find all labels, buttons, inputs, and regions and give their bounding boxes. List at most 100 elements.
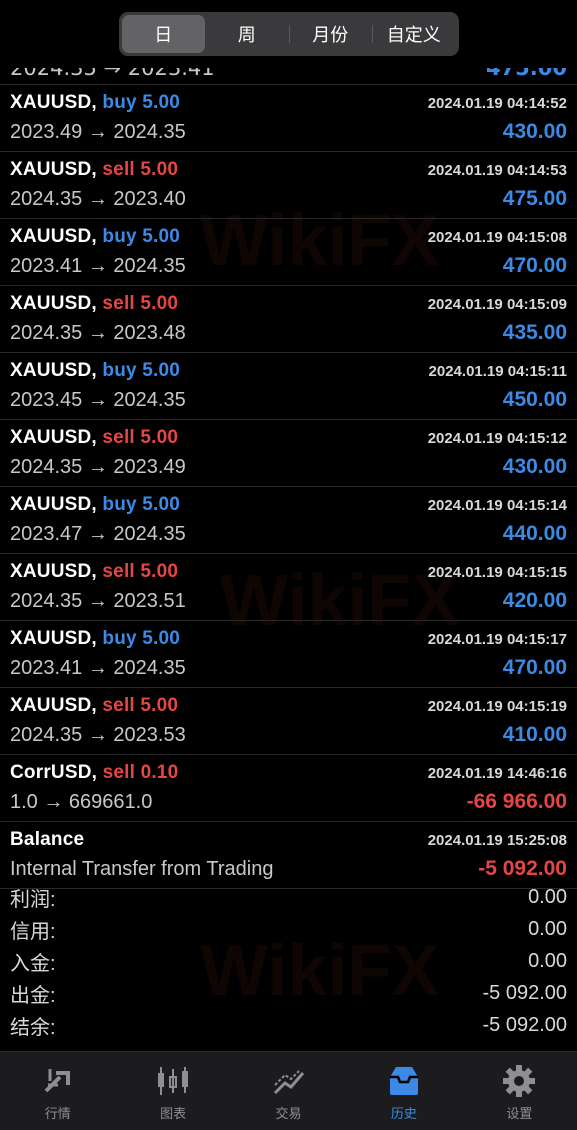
symbol-name: XAUUSD, [10, 226, 97, 247]
history-list[interactable]: 2024.35 → 2023.41 475.00 XAUUSD, buy 5.0… [0, 68, 577, 889]
summary-label: 入金: [10, 952, 56, 975]
summary-credit: 信用: 0.00 [0, 913, 577, 945]
balance-title: Balance [10, 829, 85, 850]
trade-row[interactable]: CorrUSD, sell 0.10 2024.01.19 14:46:16 1.0… [0, 755, 577, 822]
tab-chart[interactable]: 图表 [115, 1052, 230, 1130]
summary-balance: 结余: -5 092.00 [0, 1009, 577, 1041]
bottom-tab-bar: 行情 图表 交易 历史 设置 [0, 1051, 577, 1130]
deal-time: 2024.01.19 04:15:17 [427, 631, 567, 648]
balance-amount: -5 092.00 [478, 857, 567, 880]
deal-time: 2024.01.19 04:15:15 [427, 564, 567, 581]
price-range: 1.0 → 669661.0 [10, 791, 153, 813]
trade-symbol: XAUUSD, sell 5.00 [10, 427, 178, 449]
trade-symbol: XAUUSD, sell 5.00 [10, 293, 178, 315]
trade-side: sell 5.00 [102, 293, 179, 314]
deal-time: 2024.01.19 04:15:19 [427, 698, 567, 715]
tab-custom[interactable]: 自定义 [372, 15, 456, 53]
tab-label: 图表 [160, 1106, 187, 1122]
chart-icon [158, 1066, 189, 1095]
trade-icon [273, 1069, 304, 1094]
trade-symbol: XAUUSD, sell 5.00 [10, 159, 178, 181]
symbol-name: XAUUSD, [10, 159, 97, 180]
price-range: 2024.35 → 2023.40 [10, 188, 186, 210]
profit-value: 470.00 [502, 254, 567, 277]
trade-side: buy 5.00 [102, 628, 181, 649]
price-range: 2023.41 → 2024.35 [10, 255, 186, 277]
trade-row[interactable]: XAUUSD, buy 5.00 2024.01.19 04:15:08 2023.… [0, 219, 577, 286]
price-range: 2023.45 → 2024.35 [10, 389, 186, 411]
symbol-name: XAUUSD, [10, 695, 97, 716]
summary-label: 利润: [10, 888, 56, 911]
trade-row[interactable]: XAUUSD, buy 5.00 2024.01.19 04:15:11 2023.… [0, 353, 577, 420]
trade-symbol: XAUUSD, sell 5.00 [10, 561, 178, 583]
deal-time: 2024.01.19 04:15:08 [427, 229, 567, 246]
price-range: 2024.35 → 2023.41 [10, 68, 215, 80]
period-segmented-control: 日 周 月份 自定义 [118, 12, 459, 56]
trade-row[interactable]: XAUUSD, sell 5.00 2024.01.19 04:14:53 2024… [0, 152, 577, 219]
symbol-name: XAUUSD, [10, 628, 97, 649]
trade-side: buy 5.00 [102, 360, 181, 381]
profit-value: -66 966.00 [466, 790, 567, 813]
tab-settings[interactable]: 设置 [462, 1052, 577, 1130]
tab-day[interactable]: 日 [121, 15, 205, 53]
deal-time: 2024.01.19 14:46:16 [427, 765, 567, 782]
tab-week[interactable]: 周 [205, 15, 289, 53]
balance-row[interactable]: Balance 2024.01.19 15:25:08 Internal Tra… [0, 822, 577, 889]
trade-symbol: XAUUSD, buy 5.00 [10, 360, 180, 382]
trade-row[interactable]: XAUUSD, buy 5.00 2024.01.19 04:15:17 2023.… [0, 621, 577, 688]
trade-row[interactable]: XAUUSD, sell 5.00 2024.01.19 04:15:12 2024… [0, 420, 577, 487]
trade-row[interactable]: XAUUSD, sell 5.00 2024.01.19 04:15:09 2024… [0, 286, 577, 353]
symbol-name: XAUUSD, [10, 494, 97, 515]
balance-description: Internal Transfer from Trading [10, 858, 274, 880]
profit-value: 430.00 [502, 455, 567, 478]
trade-row[interactable]: XAUUSD, buy 5.00 2024.01.19 04:14:52 2023.… [0, 85, 577, 152]
deal-time: 2024.01.19 04:15:11 [428, 363, 567, 380]
trade-row[interactable]: XAUUSD, sell 5.00 2024.01.19 04:15:15 2024… [0, 554, 577, 621]
trade-row[interactable]: XAUUSD, sell 5.00 2024.01.19 04:15:19 2024… [0, 688, 577, 755]
summary-deposit: 入金: 0.00 [0, 945, 577, 977]
summary-value: 0.00 [528, 917, 567, 940]
trade-symbol: CorrUSD, sell 0.10 [10, 762, 178, 784]
profit-value: 475.00 [485, 68, 567, 80]
summary-withdrawal: 出金: -5 092.00 [0, 977, 577, 1009]
deal-time: 2024.01.19 04:15:09 [427, 296, 567, 313]
trade-symbol: XAUUSD, buy 5.00 [10, 92, 180, 114]
profit-value: 470.00 [502, 656, 567, 679]
tab-label: 行情 [44, 1106, 71, 1122]
symbol-name: XAUUSD, [10, 293, 97, 314]
trade-symbol: XAUUSD, buy 5.00 [10, 494, 180, 516]
tab-quotes[interactable]: 行情 [0, 1052, 115, 1130]
trade-side: sell 5.00 [102, 159, 179, 180]
trade-side: sell 5.00 [102, 695, 179, 716]
tab-label: 历史 [390, 1106, 417, 1122]
symbol-name: XAUUSD, [10, 561, 97, 582]
price-range: 2024.35 → 2023.48 [10, 322, 186, 344]
summary-value: -5 092.00 [482, 1013, 567, 1036]
tab-month[interactable]: 月份 [288, 15, 373, 53]
symbol-name: XAUUSD, [10, 427, 97, 448]
deal-time: 2024.01.19 04:15:12 [427, 430, 567, 447]
profit-value: 430.00 [502, 120, 567, 143]
profit-value: 440.00 [502, 522, 567, 545]
symbol-name: XAUUSD, [10, 92, 97, 113]
deal-time: 2024.01.19 04:14:52 [427, 95, 567, 112]
tab-history[interactable]: 历史 [346, 1052, 461, 1130]
trade-side: buy 5.00 [102, 92, 181, 113]
profit-value: 410.00 [502, 723, 567, 746]
profit-value: 450.00 [502, 388, 567, 411]
summary-panel: 利润: 0.00 信用: 0.00 入金: 0.00 出金: -5 092.00… [0, 881, 577, 1041]
tab-label: 交易 [275, 1106, 302, 1122]
tab-trade[interactable]: 交易 [231, 1052, 346, 1130]
list-item[interactable]: 2024.35 → 2023.41 475.00 [0, 68, 577, 85]
price-range: 2024.35 → 2023.49 [10, 456, 186, 478]
trade-row[interactable]: XAUUSD, buy 5.00 2024.01.19 04:15:14 2023.… [0, 487, 577, 554]
summary-value: -5 092.00 [482, 981, 567, 1004]
period-selector-bar: 日 周 月份 自定义 [0, 0, 577, 68]
symbol-name: CorrUSD, [10, 762, 98, 783]
price-range: 2024.35 → 2023.53 [10, 724, 186, 746]
deal-time: 2024.01.19 04:15:14 [427, 497, 567, 514]
trade-symbol: XAUUSD, sell 5.00 [10, 695, 178, 717]
deal-time: 2024.01.19 04:14:53 [427, 162, 567, 179]
summary-profit: 利润: 0.00 [0, 881, 577, 913]
price-range: 2024.35 → 2023.51 [10, 590, 186, 612]
